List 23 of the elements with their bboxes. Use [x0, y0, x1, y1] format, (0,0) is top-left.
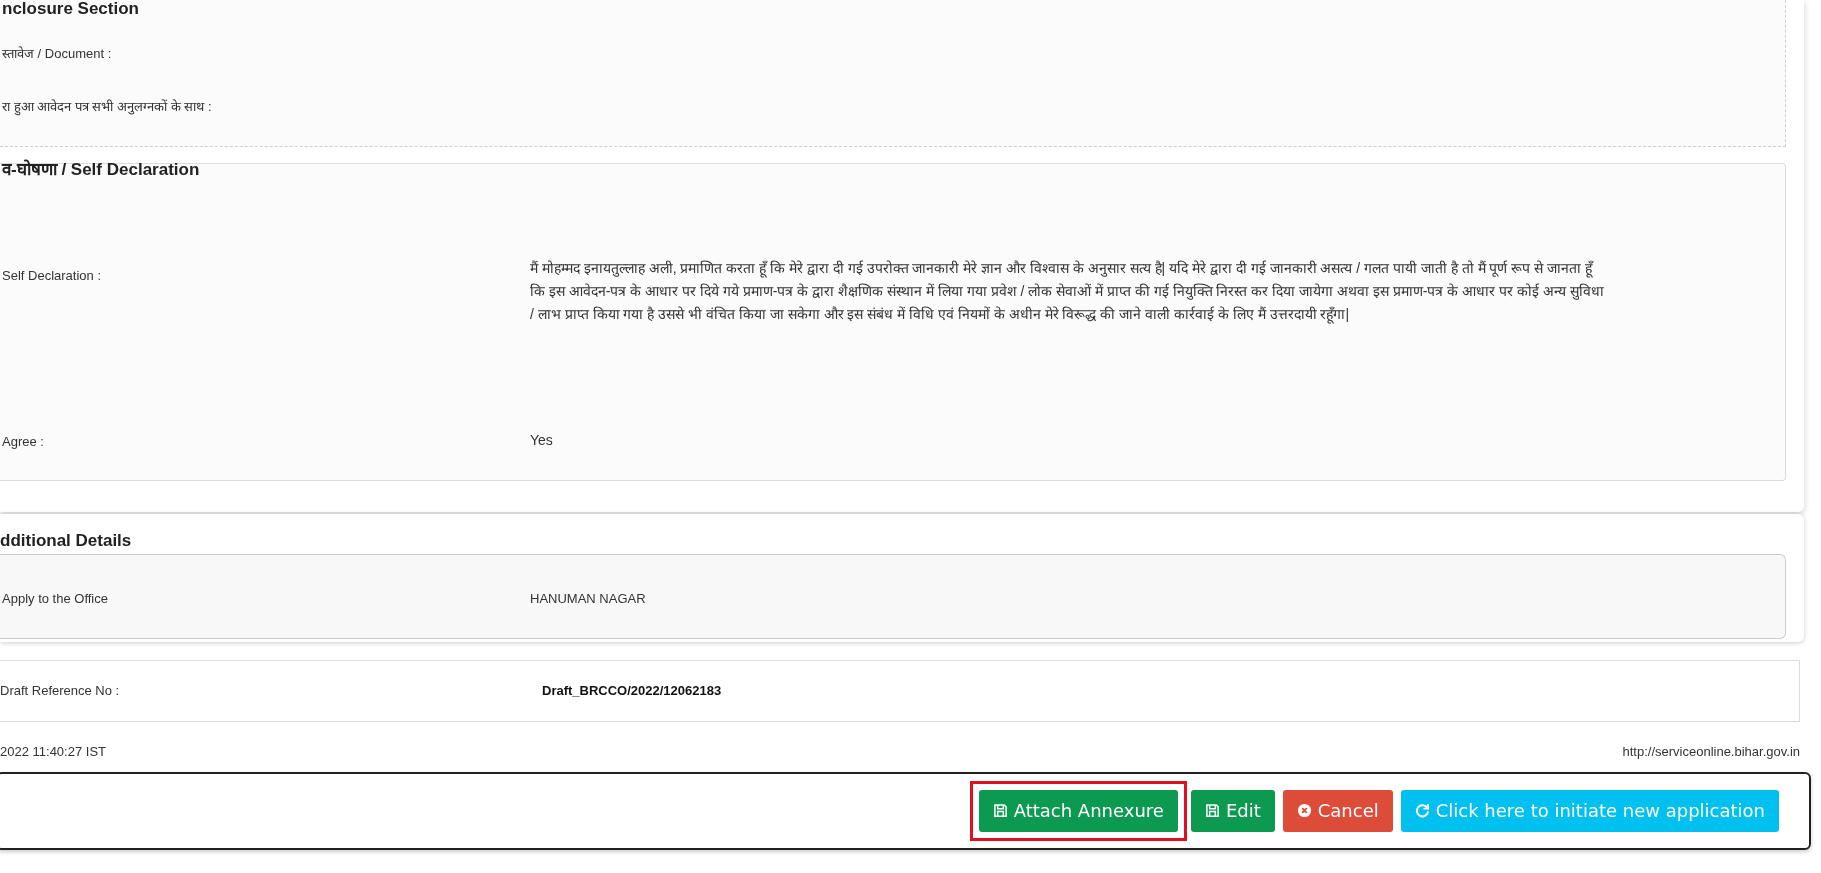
site-url: http://serviceonline.bihar.gov.in: [1622, 743, 1800, 761]
field-value: Yes: [530, 430, 554, 450]
field-label: रा हुआ आवेदन पत्र सभी अनुलग्नकों के साथ :: [1, 97, 212, 116]
field-value: HANUMAN NAGAR: [530, 590, 646, 608]
field-label: Agree :: [2, 433, 44, 449]
section-title: nclosure Section: [1, 0, 139, 18]
timestamp: 2022 11:40:27 IST: [0, 743, 106, 761]
action-button[interactable]: Attach Annexure: [978, 789, 1178, 832]
save-icon: [992, 803, 1008, 818]
reference-number: Draft_BRCCO/2022/12062183: [542, 682, 722, 701]
cancel-icon: [1296, 803, 1312, 818]
action-button[interactable]: Edit: [1190, 789, 1275, 832]
field-label: Draft Reference No :: [0, 682, 121, 701]
action-button[interactable]: Cancel: [1282, 789, 1393, 832]
field-label: Self Declaration :: [2, 267, 101, 283]
save-icon: [1204, 803, 1220, 818]
field-label: Apply to the Office: [1, 590, 109, 608]
refresh-icon: [1414, 803, 1430, 818]
field-label: स्तावेज / Document :: [1, 45, 112, 63]
section-title: dditional Details: [0, 530, 133, 552]
section-title: व-घोषणा / Self Declaration: [0, 158, 200, 181]
action-button[interactable]: Click here to initiate new application: [1400, 789, 1779, 832]
field-value: मैं मोहम्मद इनायतुल्लाह अली, प्रमाणित करता हूँ कि मेरे द्वारा दी गई उपरोक्त जानकारी मेरे ज्ञान और विश्वास के अनुसार सत्य है| यदि मेरे द्वारा दी गई जानकारी असत्य / गलत पायी जाती है तो मैं पूर्ण रूप से जानता हूँ कि इस आवेदन-पत्र के आधार पर दिये गये प्रमाण-पत्र के द्वारा शैक्षणिक संस्थान में लिया गया प्रवेश / लोक सेवाओं में प्राप्त की गई नियुक्ति निरस्त कर दिया जायेगा अथवा इस प्रमाण-पत्र के आधार पर कोई अन्य सुविधा / लाभ प्राप्त किया गया है उससे भी वंचित किया जा सकेगा और इस संबंध में विधि एवं नियमों के अधीन मेरे विरूद्ध की जाने वाली कार्रवाई के लिए मैं उत्तरदायी रहूँगा|: [530, 258, 1605, 326]
